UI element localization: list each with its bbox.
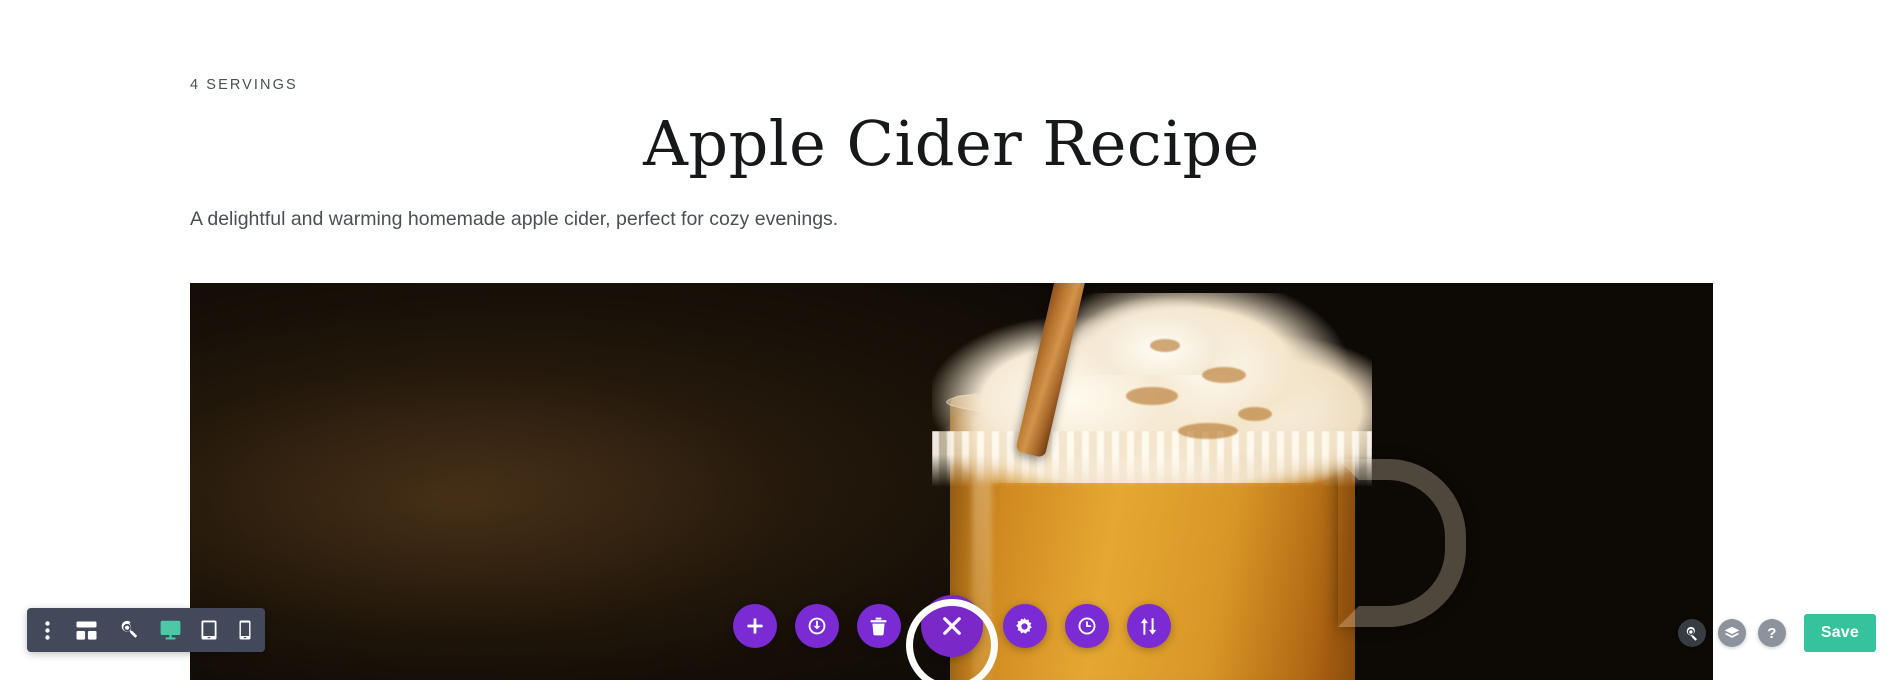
tablet-view-button[interactable] bbox=[191, 608, 227, 652]
servings-eyebrow: 4 SERVINGS bbox=[190, 77, 298, 93]
delete-button[interactable] bbox=[856, 604, 901, 648]
page-title: Apple Cider Recipe bbox=[643, 107, 1260, 180]
close-x-icon bbox=[942, 617, 961, 635]
cinnamon-dust bbox=[1178, 423, 1238, 439]
cinnamon-dust bbox=[1126, 387, 1178, 405]
save-draft-button[interactable] bbox=[794, 604, 839, 648]
cinnamon-dust bbox=[1150, 339, 1180, 352]
search-tool-button[interactable] bbox=[1677, 619, 1706, 647]
power-download-icon bbox=[808, 617, 825, 635]
settings-button[interactable] bbox=[1002, 604, 1047, 648]
arrows-up-down-icon bbox=[1140, 617, 1157, 635]
whipped-cream-peak bbox=[1070, 283, 1250, 375]
page-subtitle: A delightful and warming homemade apple … bbox=[190, 208, 839, 230]
layers-icon bbox=[1724, 626, 1740, 638]
desktop-view-button[interactable] bbox=[149, 608, 191, 652]
device-view-toolbar[interactable] bbox=[27, 608, 265, 652]
add-module-button[interactable] bbox=[732, 604, 777, 648]
gear-icon bbox=[1016, 617, 1032, 634]
builder-page: 4 SERVINGS Apple Cider Recipe A delightf… bbox=[0, 0, 1903, 680]
cinnamon-dust bbox=[1202, 367, 1246, 383]
clock-icon bbox=[1077, 617, 1095, 635]
builder-helper-tools: ? Save bbox=[1677, 614, 1876, 652]
magnifier-icon bbox=[1687, 626, 1698, 641]
more-options-button[interactable] bbox=[29, 608, 65, 652]
layers-tool-button[interactable] bbox=[1717, 619, 1746, 647]
help-tool-button[interactable]: ? bbox=[1757, 619, 1786, 647]
plus-icon bbox=[746, 618, 763, 634]
cinnamon-dust bbox=[1238, 407, 1272, 421]
history-button[interactable] bbox=[1064, 604, 1109, 648]
zoom-view-button[interactable] bbox=[107, 608, 149, 652]
save-button[interactable]: Save bbox=[1803, 614, 1876, 652]
wireframe-view-button[interactable] bbox=[65, 608, 107, 652]
trash-icon bbox=[870, 617, 887, 635]
whipped-cream-edge bbox=[932, 431, 1372, 487]
question-mark-icon: ? bbox=[1767, 624, 1777, 642]
close-builder-button[interactable] bbox=[920, 595, 983, 657]
phone-view-button[interactable] bbox=[227, 608, 263, 652]
portability-button[interactable] bbox=[1126, 604, 1171, 648]
